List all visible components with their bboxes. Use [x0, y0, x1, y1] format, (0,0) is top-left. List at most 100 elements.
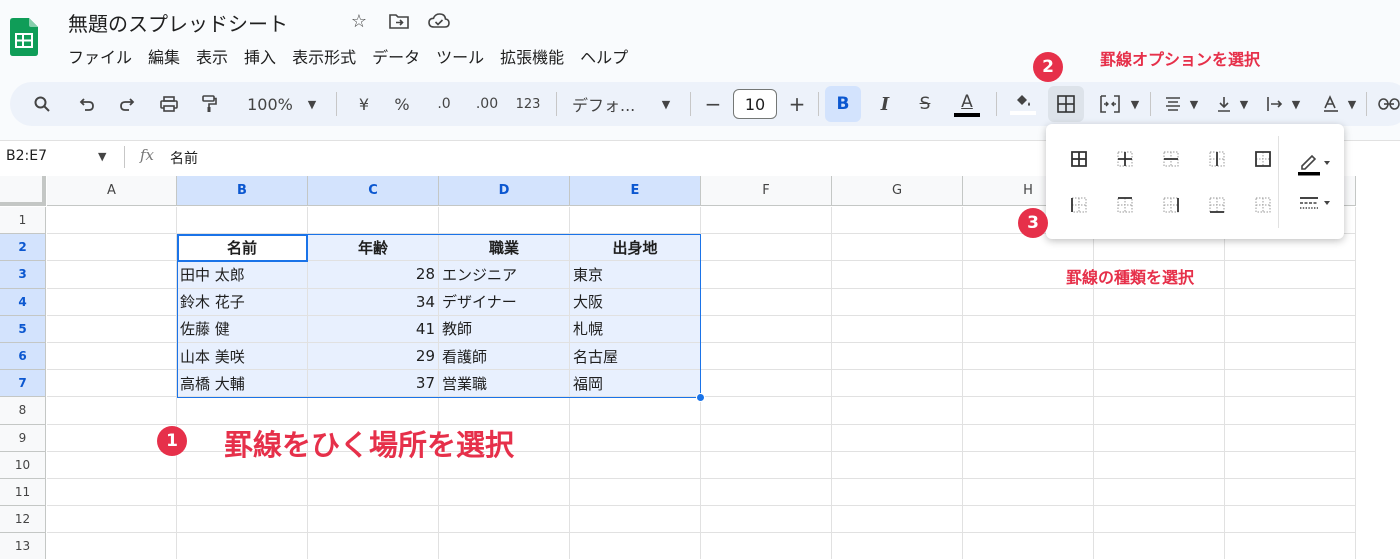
cell[interactable] [570, 506, 701, 534]
horizontal-borders-icon[interactable] [1158, 146, 1184, 172]
cell[interactable] [1094, 533, 1225, 559]
cell[interactable] [570, 479, 701, 507]
cell[interactable] [308, 207, 439, 235]
cell[interactable] [47, 207, 177, 235]
column-header[interactable]: C [308, 176, 439, 206]
table-cell[interactable]: 佐藤 健 [177, 315, 308, 343]
cell[interactable] [1094, 506, 1225, 534]
cell[interactable] [1094, 370, 1225, 398]
fill-handle[interactable] [696, 393, 705, 402]
valign-chevron-down-icon[interactable]: ▼ [1238, 82, 1250, 126]
zoom-chevron-down-icon[interactable]: ▼ [304, 82, 320, 126]
cell[interactable] [47, 288, 177, 316]
table-cell[interactable]: デザイナー [439, 288, 570, 316]
menu-file[interactable]: ファイル [68, 44, 132, 68]
table-cell[interactable]: 34 [308, 288, 439, 316]
all-borders-icon[interactable] [1066, 146, 1092, 172]
cell[interactable] [1094, 424, 1225, 452]
menu-edit[interactable]: 編集 [148, 44, 180, 68]
table-cell[interactable]: 営業職 [439, 370, 570, 398]
cell[interactable] [177, 397, 308, 425]
column-header[interactable]: A [47, 176, 177, 206]
more-formats-button[interactable]: 123 [512, 82, 544, 126]
row-header[interactable]: 1 [0, 207, 46, 235]
left-border-icon[interactable] [1066, 192, 1092, 218]
cell[interactable] [832, 370, 963, 398]
cell[interactable] [963, 315, 1094, 343]
row-header[interactable]: 3 [0, 261, 46, 289]
column-header[interactable]: D [439, 176, 570, 206]
align-chevron-down-icon[interactable]: ▼ [1188, 82, 1200, 126]
cell[interactable] [701, 533, 832, 559]
table-cell[interactable]: 鈴木 花子 [177, 288, 308, 316]
cell[interactable] [963, 424, 1094, 452]
cell[interactable] [1094, 451, 1225, 479]
cell[interactable] [47, 397, 177, 425]
search-menus-icon[interactable] [28, 82, 56, 126]
decrease-font-size-button[interactable]: − [702, 82, 724, 126]
merge-cells-icon[interactable] [1096, 82, 1124, 126]
cell[interactable] [832, 343, 963, 371]
cell[interactable] [1225, 261, 1356, 289]
row-header[interactable]: 7 [0, 370, 46, 398]
increase-font-size-button[interactable]: + [786, 82, 808, 126]
cell[interactable] [439, 533, 570, 559]
decrease-decimal-button[interactable]: .0 [428, 82, 460, 126]
table-header-cell[interactable]: 職業 [439, 234, 570, 262]
row-header[interactable]: 4 [0, 288, 46, 316]
row-header[interactable]: 13 [0, 533, 46, 559]
insert-link-icon[interactable] [1378, 82, 1400, 126]
inner-borders-icon[interactable] [1112, 146, 1138, 172]
zoom-select[interactable]: 100% [240, 82, 300, 126]
menu-extensions[interactable]: 拡張機能 [500, 44, 564, 68]
cell[interactable] [570, 424, 701, 452]
cell[interactable] [701, 207, 832, 235]
table-header-cell[interactable]: 名前 [177, 234, 308, 262]
table-cell[interactable]: 高橋 大輔 [177, 370, 308, 398]
cell[interactable] [832, 261, 963, 289]
bottom-border-icon[interactable] [1204, 192, 1230, 218]
borders-button[interactable] [1048, 86, 1084, 122]
cell[interactable] [701, 261, 832, 289]
cell[interactable] [1094, 315, 1225, 343]
menu-view[interactable]: 表示 [196, 44, 228, 68]
table-cell[interactable]: 教師 [439, 315, 570, 343]
document-title[interactable]: 無題のスプレッドシート [68, 8, 288, 37]
cell[interactable] [47, 343, 177, 371]
cell[interactable] [832, 506, 963, 534]
cell[interactable] [1094, 479, 1225, 507]
cell[interactable] [832, 315, 963, 343]
table-header-cell[interactable]: 年齢 [308, 234, 439, 262]
cell[interactable] [701, 315, 832, 343]
menu-help[interactable]: ヘルプ [580, 44, 628, 68]
cell[interactable] [47, 506, 177, 534]
cell[interactable] [963, 506, 1094, 534]
cell[interactable] [177, 479, 308, 507]
font-family-select[interactable]: デフォ... [572, 82, 652, 126]
vertical-borders-icon[interactable] [1204, 146, 1230, 172]
row-header[interactable]: 5 [0, 315, 46, 343]
cell[interactable] [701, 234, 832, 262]
table-cell[interactable]: 29 [308, 343, 439, 371]
border-color-button[interactable] [1294, 150, 1334, 176]
cloud-status-icon[interactable] [428, 10, 450, 32]
cell[interactable] [570, 397, 701, 425]
cell[interactable] [832, 234, 963, 262]
cell[interactable] [47, 370, 177, 398]
cell[interactable] [963, 451, 1094, 479]
italic-button[interactable]: I [872, 82, 898, 126]
cell[interactable] [1094, 397, 1225, 425]
rotation-chevron-down-icon[interactable]: ▼ [1346, 82, 1358, 126]
cell[interactable] [701, 506, 832, 534]
table-cell[interactable]: 41 [308, 315, 439, 343]
cell[interactable] [832, 479, 963, 507]
sheets-logo-icon[interactable] [10, 18, 38, 56]
column-header[interactable]: E [570, 176, 701, 206]
cell[interactable] [963, 370, 1094, 398]
cell[interactable] [701, 451, 832, 479]
column-header[interactable]: F [701, 176, 832, 206]
cell[interactable] [308, 533, 439, 559]
cell[interactable] [832, 288, 963, 316]
name-box[interactable]: B2:E7 [6, 148, 47, 164]
cell[interactable] [47, 315, 177, 343]
